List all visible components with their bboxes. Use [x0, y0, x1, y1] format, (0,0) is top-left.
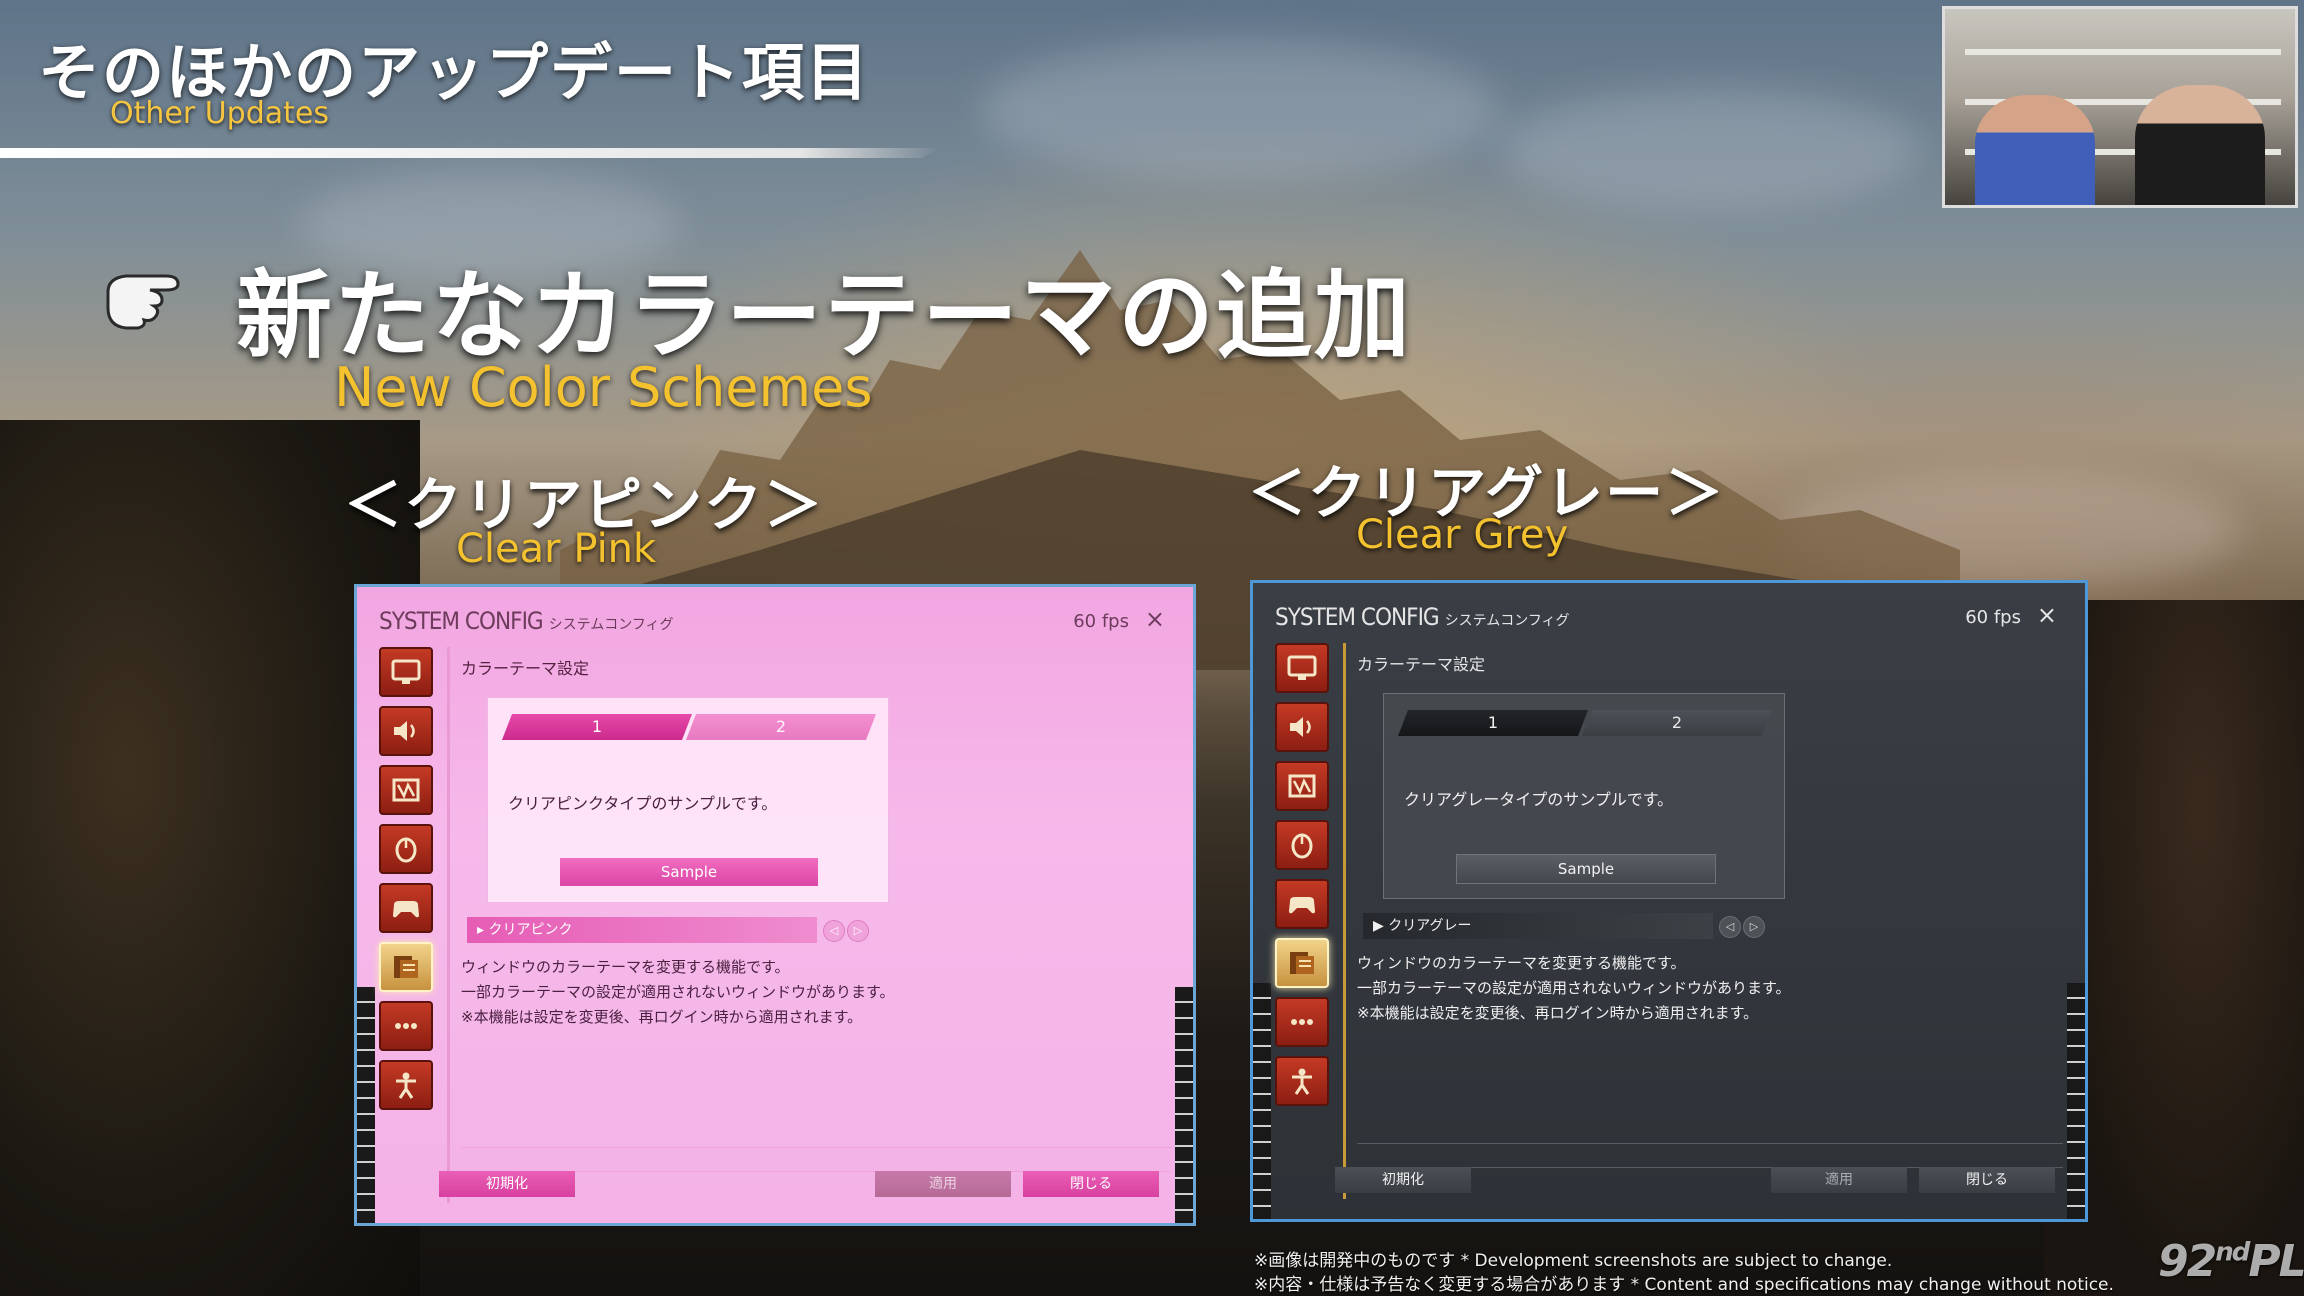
next-theme-icon[interactable]: ▷ — [1743, 916, 1765, 938]
prev-theme-icon[interactable]: ◁ — [1719, 916, 1741, 938]
webcam-inset — [1942, 6, 2298, 208]
description: ウィンドウのカラーテーマを変更する機能です。 一部カラーテーマの設定が適用されな… — [1357, 951, 1791, 1026]
config-window-clear-grey: SYSTEM CONFIG システムコンフィグ 60 fps × カラーテーマ設定… — [1250, 580, 2088, 1222]
reset-button[interactable]: 初期化 — [439, 1171, 575, 1197]
sample-text: クリアピンクタイプのサンプルです。 — [508, 794, 778, 813]
speaker-icon[interactable] — [1275, 702, 1329, 752]
sample-preview: 1 2 クリアピンクタイプのサンプルです。 Sample — [487, 697, 889, 903]
more-icon[interactable] — [379, 1001, 433, 1051]
ui-icon[interactable] — [1275, 761, 1329, 811]
disclaimer-line-1: ※画像は開発中のものです * Development screenshots a… — [1254, 1251, 1893, 1271]
theme-label-grey-en: Clear Grey — [1356, 512, 1569, 558]
tab-1[interactable]: 1 — [502, 714, 692, 740]
character-icon[interactable] — [1275, 1056, 1329, 1106]
fps-readout: 60 fps — [1073, 611, 1129, 632]
event-logo: 92ndPLL — [2158, 1236, 2304, 1287]
pointing-hand-icon — [106, 274, 180, 330]
close-icon[interactable]: × — [1145, 605, 1165, 633]
color-theme-icon[interactable] — [1275, 938, 1329, 988]
sample-button[interactable]: Sample — [1456, 854, 1716, 884]
window-titlebar: SYSTEM CONFIG システムコンフィグ 60 fps × — [1275, 599, 2063, 639]
ui-icon[interactable] — [379, 765, 433, 815]
section-heading: カラーテーマ設定 — [1357, 655, 1486, 674]
sample-text: クリアグレータイプのサンプルです。 — [1404, 790, 1674, 809]
fps-readout: 60 fps — [1965, 607, 2021, 628]
theme-selector[interactable]: ▸ クリアピンク — [467, 917, 817, 943]
config-window-clear-pink: SYSTEM CONFIG システムコンフィグ 60 fps × カラーテーマ設定… — [354, 584, 1196, 1226]
next-theme-icon[interactable]: ▷ — [847, 920, 869, 942]
tab-1[interactable]: 1 — [1398, 710, 1588, 736]
close-icon[interactable]: × — [2037, 601, 2057, 629]
window-titlebar: SYSTEM CONFIG システムコンフィグ 60 fps × — [379, 603, 1171, 643]
description: ウィンドウのカラーテーマを変更する機能です。 一部カラーテーマの設定が適用されな… — [461, 955, 895, 1030]
description-line: ※本機能は設定を変更後、再ログイン時から適用されます。 — [461, 1008, 863, 1026]
presenter-right — [2135, 85, 2265, 205]
speaker-icon[interactable] — [379, 706, 433, 756]
color-theme-icon[interactable] — [379, 942, 433, 992]
apply-button[interactable]: 適用 — [875, 1171, 1011, 1197]
description-line: 一部カラーテーマの設定が適用されないウィンドウがあります。 — [1357, 979, 1791, 997]
section-subtitle: Other Updates — [110, 96, 329, 131]
config-sidebar — [379, 647, 437, 1119]
window-title: SYSTEM CONFIG システムコンフィグ — [379, 607, 674, 635]
window-title: SYSTEM CONFIG システムコンフィグ — [1275, 603, 1570, 631]
prev-theme-icon[interactable]: ◁ — [823, 920, 845, 942]
window-close-button[interactable]: 閉じる — [1023, 1171, 1159, 1197]
sample-preview: 1 2 クリアグレータイプのサンプルです。 Sample — [1383, 693, 1785, 899]
description-line: ※本機能は設定を変更後、再ログイン時から適用されます。 — [1357, 1004, 1759, 1022]
display-icon[interactable] — [1275, 643, 1329, 693]
description-line: 一部カラーテーマの設定が適用されないウィンドウがあります。 — [461, 983, 895, 1001]
apply-button[interactable]: 適用 — [1771, 1167, 1907, 1193]
presenter-left — [1975, 95, 2095, 205]
tab-2[interactable]: 2 — [1582, 710, 1772, 736]
disclaimer-line-2: ※内容・仕様は予告なく変更する場合があります * Content and spe… — [1254, 1275, 2114, 1295]
window-close-button[interactable]: 閉じる — [1919, 1167, 2055, 1193]
header-divider — [0, 148, 940, 158]
section-heading: カラーテーマ設定 — [461, 659, 590, 678]
theme-label-pink-en: Clear Pink — [456, 526, 657, 572]
reset-button[interactable]: 初期化 — [1335, 1167, 1471, 1193]
gamepad-icon[interactable] — [1275, 879, 1329, 929]
tab-2[interactable]: 2 — [686, 714, 876, 740]
more-icon[interactable] — [1275, 997, 1329, 1047]
config-sidebar — [1275, 643, 1333, 1115]
sample-button[interactable]: Sample — [560, 858, 818, 886]
theme-selector[interactable]: ▶ クリアグレー — [1363, 913, 1713, 939]
gamepad-icon[interactable] — [379, 883, 433, 933]
mouse-icon[interactable] — [379, 824, 433, 874]
character-icon[interactable] — [379, 1060, 433, 1110]
description-line: ウィンドウのカラーテーマを変更する機能です。 — [1357, 954, 1686, 972]
display-icon[interactable] — [379, 647, 433, 697]
headline-subtitle: New Color Schemes — [334, 356, 873, 419]
description-line: ウィンドウのカラーテーマを変更する機能です。 — [461, 958, 790, 976]
mouse-icon[interactable] — [1275, 820, 1329, 870]
